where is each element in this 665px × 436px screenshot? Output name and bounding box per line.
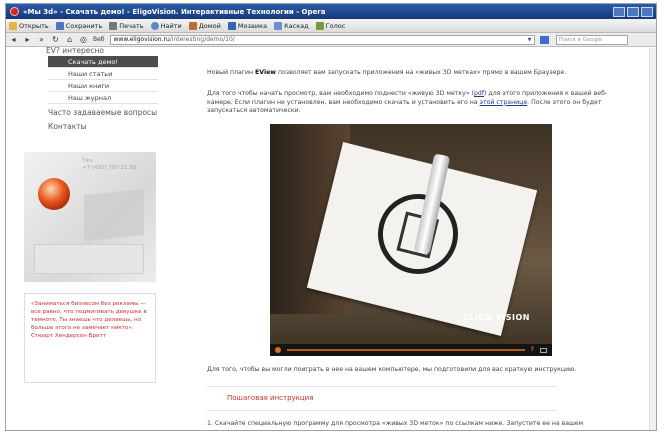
back-icon[interactable]: ◂ <box>9 35 18 44</box>
save-button[interactable]: Сохранить <box>55 21 102 30</box>
video-player[interactable]: ELIGO VISION ? <box>270 124 552 356</box>
main-content: Новый плагин EView позволяет вам запуска… <box>181 48 626 430</box>
scrollbar[interactable] <box>649 48 656 430</box>
window-title: «Мы 3d» - Скачать демо! - EligoVision. И… <box>23 7 326 16</box>
divider <box>207 410 557 411</box>
search-icon <box>150 21 159 30</box>
promo-graphic <box>84 188 144 242</box>
plugin-name: EView <box>255 69 276 76</box>
submenu-item-articles[interactable]: Наши статьи <box>48 68 158 80</box>
folder-icon <box>9 21 17 30</box>
play-icon[interactable] <box>275 347 281 353</box>
divider <box>207 386 557 387</box>
home-nav-icon[interactable]: ⌂ <box>65 35 74 44</box>
sidebar-item-faq[interactable]: Часто задаваемые вопросы <box>48 108 158 117</box>
pdf-link[interactable]: pdf <box>474 90 484 97</box>
url-path: /interesting/demo/10/ <box>169 36 235 43</box>
cascade-icon <box>274 21 283 30</box>
submenu-item-download-demo[interactable]: Скачать демо! <box>48 56 158 68</box>
open-button[interactable]: Открыть <box>9 21 49 30</box>
sidebar-item-contacts[interactable]: Контакты <box>48 122 158 131</box>
tile-icon <box>227 21 236 30</box>
submenu-item-magazine[interactable]: Наш журнал <box>48 92 158 104</box>
search-placeholder: Поиск в Google <box>558 36 603 43</box>
fast-forward-icon[interactable]: » <box>37 35 46 44</box>
web-label: Веб <box>93 36 105 43</box>
instruction-intro: Для того, чтобы вы могли поиграть в нее … <box>207 366 577 373</box>
title-bar: «Мы 3d» - Скачать демо! - EligoVision. И… <box>6 4 656 19</box>
sidebar-section-label[interactable]: EV? интересно <box>46 46 104 55</box>
print-button[interactable]: Печать <box>109 21 144 30</box>
browser-window: «Мы 3d» - Скачать демо! - EligoVision. И… <box>5 3 657 431</box>
search-input[interactable]: Поиск в Google <box>555 34 628 45</box>
home-icon <box>188 21 197 30</box>
address-bar: ◂ ▸ » ↻ ⌂ ◎ Веб www.eligovision.ru/inter… <box>6 33 656 47</box>
quote-text: «Заниматься бизнесом без рекламы — все р… <box>31 301 147 339</box>
forward-icon[interactable]: ▸ <box>23 35 32 44</box>
microphone-icon <box>315 21 324 30</box>
plugin-page-link[interactable]: этой странице <box>480 99 528 106</box>
eligovision-logo: ELIGO VISION <box>462 313 530 322</box>
toolbar: Открыть Сохранить Печать Найти Домой Моз… <box>6 19 656 33</box>
url-field[interactable]: www.eligovision.ru/interesting/demo/10/ … <box>109 34 535 45</box>
reload-icon[interactable]: ↻ <box>51 35 60 44</box>
intro-paragraph-1: Новый плагин EView позволяет вам запуска… <box>207 69 567 76</box>
step-1-text: 1. Скачайте специальную программу для пр… <box>207 420 584 430</box>
close-button[interactable] <box>641 6 653 17</box>
tile-button[interactable]: Мозаика <box>227 21 267 30</box>
url-host: www.eligovision.ru <box>113 36 170 43</box>
quote-box: «Заниматься бизнесом без рекламы — все р… <box>24 293 156 383</box>
sidebar: EV? интересно Скачать демо! Наши статьи … <box>6 46 158 430</box>
step-heading: Пошаговая инструкция <box>227 394 314 402</box>
save-icon <box>55 21 64 30</box>
page-content: EV? интересно Скачать демо! Наши статьи … <box>6 46 656 430</box>
web-icon: ◎ <box>80 35 87 44</box>
submenu: Скачать демо! Наши статьи Наши книги Наш… <box>48 56 158 104</box>
fullscreen-icon[interactable] <box>540 347 547 353</box>
help-icon[interactable]: ? <box>531 346 534 355</box>
chevron-down-icon[interactable]: ▼ <box>528 37 534 43</box>
progress-bar[interactable] <box>287 349 525 351</box>
home-button[interactable]: Домой <box>188 21 221 30</box>
intro-paragraph-2: Для того чтобы начать просмотр, вам необ… <box>207 90 608 114</box>
opera-icon <box>10 7 19 16</box>
printer-icon <box>109 21 118 30</box>
promo-ball-image <box>38 178 70 210</box>
window-buttons <box>613 6 656 17</box>
minimize-button[interactable] <box>613 6 625 17</box>
promo-panel <box>34 244 144 274</box>
find-button[interactable]: Найти <box>150 21 182 30</box>
video-controls: ? <box>270 344 552 356</box>
cascade-button[interactable]: Каскад <box>274 21 309 30</box>
promo-banner[interactable]: Тел. +7 (495) 780 11 88 <box>24 152 156 282</box>
promo-phone: Тел. +7 (495) 780 11 88 <box>82 158 137 171</box>
google-icon[interactable] <box>539 35 549 44</box>
voice-button[interactable]: Голос <box>315 21 345 30</box>
maximize-button[interactable] <box>627 6 639 17</box>
submenu-item-books[interactable]: Наши книги <box>48 80 158 92</box>
